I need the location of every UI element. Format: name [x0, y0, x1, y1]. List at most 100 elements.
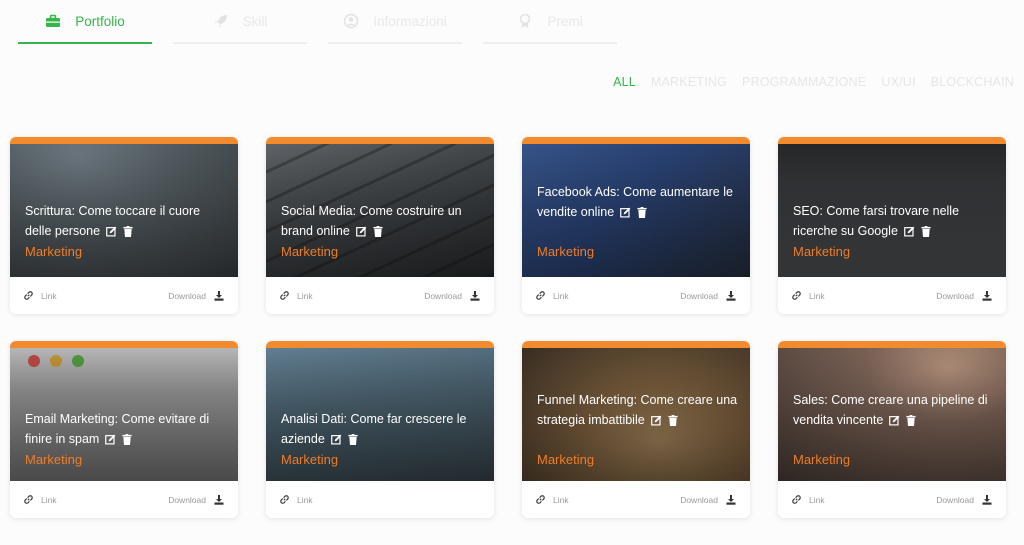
filter-all[interactable]: ALL [613, 75, 636, 89]
download-icon [726, 494, 736, 505]
link-icon [536, 495, 545, 504]
download-icon [214, 290, 224, 301]
portfolio-card[interactable]: Email Marketing: Come evitare di finire … [10, 341, 238, 518]
download-button[interactable]: Download [936, 290, 992, 301]
download-button[interactable]: Download [680, 494, 736, 505]
card-image: Facebook Ads: Come aumentare le vendite … [522, 137, 750, 277]
tab-portfolio[interactable]: Portfolio [18, 0, 152, 44]
card-footer: Link Download [522, 277, 750, 314]
link-button[interactable]: Link [792, 495, 825, 505]
download-icon [214, 494, 224, 505]
link-button[interactable]: Link [24, 291, 57, 301]
card-category: Marketing [25, 452, 83, 467]
link-icon [792, 495, 801, 504]
portfolio-card[interactable]: SEO: Come farsi trovare nelle ricerche s… [778, 137, 1006, 314]
link-icon [280, 495, 289, 504]
card-footer: Link Download [522, 481, 750, 518]
edit-icon[interactable] [330, 434, 342, 445]
link-icon [792, 291, 801, 300]
portfolio-card[interactable]: Sales: Come creare una pipeline di vendi… [778, 341, 1006, 518]
filter-programmazione[interactable]: PROGRAMMAZIONE [742, 75, 866, 89]
category-filters: ALL MARKETING PROGRAMMAZIONE UX/UI BLOCK… [613, 75, 1014, 89]
tab-skill[interactable]: Skill [173, 0, 307, 44]
link-button[interactable]: Link [536, 495, 569, 505]
filter-blockchain[interactable]: BLOCKCHAIN [931, 75, 1014, 89]
link-icon [536, 291, 545, 300]
card-title: SEO: Come farsi trovare nelle ricerche s… [793, 204, 960, 238]
card-image: Analisi Dati: Come far crescere le azien… [266, 341, 494, 481]
edit-icon[interactable] [904, 226, 915, 237]
link-button[interactable]: Link [792, 291, 825, 301]
link-button[interactable]: Link [536, 291, 569, 301]
card-footer: Link Download [10, 277, 238, 314]
trash-icon[interactable] [348, 433, 358, 445]
rocket-icon [214, 15, 227, 27]
trash-icon[interactable] [123, 225, 133, 237]
card-category: Marketing [281, 452, 339, 467]
portfolio-card[interactable]: Scrittura: Come toccare il cuore delle p… [10, 137, 238, 314]
portfolio-card[interactable]: Facebook Ads: Come aumentare le vendite … [522, 137, 750, 314]
edit-icon[interactable] [105, 434, 116, 445]
tab-label: Informazioni [373, 13, 447, 29]
card-image: Funnel Marketing: Come creare una strate… [522, 341, 750, 481]
card-footer: Link Download [266, 277, 494, 314]
link-icon [24, 291, 33, 300]
card-image: Sales: Come creare una pipeline di vendi… [778, 341, 1006, 481]
trash-icon[interactable] [906, 414, 916, 426]
download-icon [470, 290, 480, 301]
trash-icon[interactable] [637, 206, 647, 218]
download-icon [982, 290, 992, 301]
download-button[interactable]: Download [168, 290, 224, 301]
edit-icon[interactable] [620, 207, 631, 218]
trash-icon[interactable] [921, 225, 931, 237]
award-icon [520, 13, 531, 28]
edit-icon[interactable] [650, 415, 662, 426]
card-category: Marketing [281, 244, 339, 259]
card-category: Marketing [25, 244, 83, 259]
link-icon [280, 291, 289, 300]
trash-icon[interactable] [122, 433, 132, 445]
download-button[interactable]: Download [168, 494, 224, 505]
link-button[interactable]: Link [24, 495, 57, 505]
tab-label: Premi [547, 13, 583, 29]
tab-informazioni[interactable]: Informazioni [328, 0, 462, 44]
card-image: Social Media: Come costruire un brand on… [266, 137, 494, 277]
link-icon [24, 495, 33, 504]
edit-icon[interactable] [355, 226, 367, 237]
card-footer: Link [266, 481, 494, 518]
download-button[interactable]: Download [936, 494, 992, 505]
briefcase-icon [46, 14, 61, 27]
card-title: Analisi Dati: Come far crescere le azien… [281, 412, 467, 446]
download-icon [726, 290, 736, 301]
card-footer: Link Download [10, 481, 238, 518]
trash-icon[interactable] [373, 225, 383, 237]
filter-marketing[interactable]: MARKETING [651, 75, 727, 89]
tab-label: Portfolio [75, 13, 125, 29]
user-circle-icon [343, 13, 359, 29]
card-title: Funnel Marketing: Come creare una strate… [537, 393, 738, 427]
filter-ux-ui[interactable]: UX/UI [881, 75, 915, 89]
card-category: Marketing [793, 452, 851, 467]
card-category: Marketing [537, 244, 595, 259]
edit-icon[interactable] [889, 415, 900, 426]
trash-icon[interactable] [668, 414, 678, 426]
portfolio-card[interactable]: Funnel Marketing: Come creare una strate… [522, 341, 750, 518]
link-button[interactable]: Link [280, 495, 313, 505]
link-button[interactable]: Link [280, 291, 313, 301]
card-category: Marketing [537, 452, 595, 467]
portfolio-card[interactable]: Social Media: Come costruire un brand on… [266, 137, 494, 314]
card-category: Marketing [793, 244, 851, 259]
card-footer: Link Download [778, 277, 1006, 314]
portfolio-card[interactable]: Analisi Dati: Come far crescere le azien… [266, 341, 494, 518]
download-button[interactable]: Download [424, 290, 480, 301]
download-icon [982, 494, 992, 505]
tab-label: Skill [242, 13, 268, 29]
download-button[interactable]: Download [680, 290, 736, 301]
edit-icon[interactable] [106, 226, 117, 237]
card-image: SEO: Come farsi trovare nelle ricerche s… [778, 137, 1006, 277]
card-image: Email Marketing: Come evitare di finire … [10, 341, 238, 481]
tab-premi[interactable]: Premi [483, 0, 617, 44]
card-footer: Link Download [778, 481, 1006, 518]
section-tabs: Portfolio Skill Informazioni Premi [18, 0, 638, 46]
card-image: Scrittura: Come toccare il cuore delle p… [10, 137, 238, 277]
